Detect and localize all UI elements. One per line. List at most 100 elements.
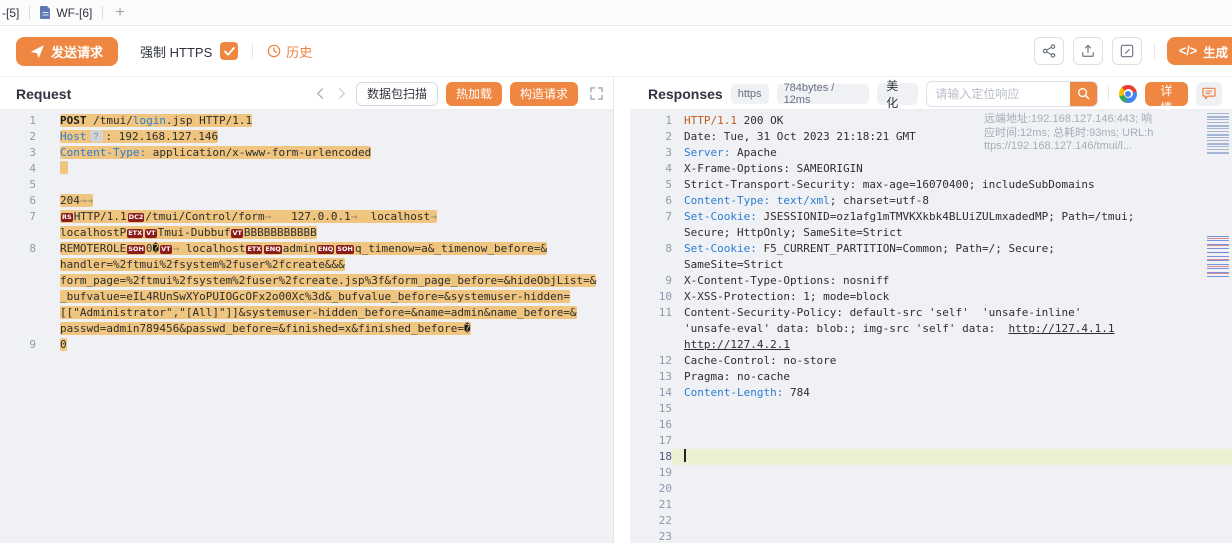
line-content: REMOTEROLESOH0�VT→ localhostETXENQadminE… [36, 241, 613, 257]
line-content: Content-Type: application/x-www-form-url… [36, 145, 613, 161]
code-line[interactable]: 17 [630, 433, 1232, 449]
code-line[interactable]: 8Set-Cookie: F5_CURRENT_PARTITION=Common… [630, 241, 1232, 257]
chrome-icon[interactable] [1119, 85, 1136, 103]
line-number: 22 [630, 513, 672, 529]
protocol-badge: https [731, 84, 769, 104]
code-line[interactable]: 18 [630, 449, 1232, 465]
code-line[interactable]: 16 [630, 417, 1232, 433]
code-line[interactable]: 90 [0, 337, 613, 353]
code-line[interactable]: form_page=%2ftmui%2fsystem%2fuser%2fcrea… [0, 273, 613, 289]
code-line[interactable]: 8REMOTEROLESOH0�VT→ localhostETXENQadmin… [0, 241, 613, 257]
line-content: Content-Type: text/xml; charset=utf-8 [672, 193, 1232, 209]
line-number: 7 [0, 209, 36, 225]
clock-icon [267, 44, 281, 58]
upload-icon [1081, 44, 1095, 58]
code-line[interactable]: 9X-Content-Type-Options: nosniff [630, 273, 1232, 289]
line-number: 9 [0, 337, 36, 353]
code-line[interactable]: 11Content-Security-Policy: default-src '… [630, 305, 1232, 321]
feedback-button[interactable] [1196, 82, 1222, 106]
line-number [630, 337, 672, 353]
response-editor[interactable]: 远端地址:192.168.127.146:443; 响 应时间:12ms; 总耗… [630, 110, 1232, 543]
code-line[interactable]: 'unsafe-eval' data: blob:; img-src 'self… [630, 321, 1232, 337]
code-line[interactable]: 20 [630, 481, 1232, 497]
minimap[interactable] [1205, 110, 1232, 543]
code-line[interactable]: 21 [630, 497, 1232, 513]
search-button[interactable] [1070, 82, 1097, 106]
meta-line: 应时间:12ms; 总耗时:93ms; URL:h [984, 127, 1196, 141]
stats-badge: 784bytes / 12ms [777, 84, 870, 104]
line-number [0, 321, 36, 337]
code-line[interactable]: [["Administrator","[All]"]]&systemuser-h… [0, 305, 613, 321]
line-number [630, 321, 672, 337]
tab-wf5[interactable]: -[5] [0, 0, 29, 25]
beautify-button[interactable]: 美化 [877, 83, 918, 105]
code-line[interactable]: 2Host?: 192.168.127.146 [0, 129, 613, 145]
code-line[interactable]: 4 [0, 161, 613, 177]
line-number: 9 [630, 273, 672, 289]
export-button[interactable] [1073, 37, 1103, 65]
line-content: localhostPETXVTTmui-DubbufVTBBBBBBBBBBB [36, 225, 613, 241]
code-line[interactable]: 7RSHTTP/1.1DC2/tmui/Control/form→ 127.0.… [0, 209, 613, 225]
hot-reload-button[interactable]: 热加载 [446, 82, 502, 106]
line-number [0, 289, 36, 305]
code-line[interactable]: 14Content-Length: 784 [630, 385, 1232, 401]
search-input[interactable] [927, 82, 1070, 106]
tab-wf6[interactable]: WF-[6] [30, 0, 102, 25]
line-content: Content-Length: 784 [672, 385, 1232, 401]
line-content: X-XSS-Protection: 1; mode=block [672, 289, 1232, 305]
line-number: 16 [630, 417, 672, 433]
code-line[interactable]: handler=%2ftmui%2fsystem%2fuser%2fcreate… [0, 257, 613, 273]
line-content: Pragma: no-cache [672, 369, 1232, 385]
code-line[interactable]: 19 [630, 465, 1232, 481]
code-line[interactable]: _bufvalue=eIL4RUnSwXYoPUIOGcOFx2o00Xc%3d… [0, 289, 613, 305]
request-editor[interactable]: 1POST /tmui/login.jsp HTTP/1.12Host?: 19… [0, 110, 613, 543]
line-number: 4 [0, 161, 36, 177]
line-content: SameSite=Strict [672, 257, 1232, 273]
code-line[interactable]: localhostPETXVTTmui-DubbufVTBBBBBBBBBBB [0, 225, 613, 241]
construct-request-button[interactable]: 构造请求 [510, 82, 578, 106]
line-content: Secure; HttpOnly; SameSite=Strict [672, 225, 1232, 241]
code-line[interactable]: SameSite=Strict [630, 257, 1232, 273]
line-content [672, 401, 1232, 417]
line-content: RSHTTP/1.1DC2/tmui/Control/form→ 127.0.0… [36, 209, 613, 225]
share-button[interactable] [1034, 37, 1064, 65]
code-line[interactable]: http://127.4.2.1 [630, 337, 1232, 353]
code-line[interactable]: 6204→→ [0, 193, 613, 209]
packet-scan-button[interactable]: 数据包扫描 [356, 82, 438, 106]
code-line[interactable]: 5Strict-Transport-Security: max-age=1607… [630, 177, 1232, 193]
chevron-left-icon[interactable] [314, 87, 327, 100]
code-line[interactable]: 12Cache-Control: no-store [630, 353, 1232, 369]
edit-icon [1120, 44, 1134, 58]
new-tab-button[interactable]: + [103, 4, 136, 22]
code-line[interactable]: 22 [630, 513, 1232, 529]
line-content [36, 177, 613, 193]
message-icon [1202, 87, 1216, 100]
code-line[interactable]: 10X-XSS-Protection: 1; mode=block [630, 289, 1232, 305]
code-line[interactable]: 15 [630, 401, 1232, 417]
tab-label: -[5] [2, 6, 19, 20]
code-line[interactable]: 3Content-Type: application/x-www-form-ur… [0, 145, 613, 161]
code-line[interactable]: 7Set-Cookie: JSESSIONID=oz1afg1mTMVKXkbk… [630, 209, 1232, 225]
chevron-right-icon[interactable] [335, 87, 348, 100]
edit-button[interactable] [1112, 37, 1142, 65]
code-line[interactable]: 4X-Frame-Options: SAMEORIGIN [630, 161, 1232, 177]
code-line[interactable]: 23 [630, 529, 1232, 543]
code-line[interactable]: 13Pragma: no-cache [630, 369, 1232, 385]
force-https-checkbox[interactable] [220, 42, 238, 60]
send-icon [31, 45, 44, 58]
history-button[interactable]: 历史 [267, 42, 312, 61]
share-icon [1042, 44, 1056, 58]
line-content: 'unsafe-eval' data: blob:; img-src 'self… [672, 321, 1232, 337]
tab-bar: -[5] WF-[6] + [0, 0, 1232, 26]
generate-yaml-button[interactable]: </> 生成 Yaml [1167, 37, 1232, 65]
code-line[interactable]: 1POST /tmui/login.jsp HTTP/1.1 [0, 113, 613, 129]
line-content: [["Administrator","[All]"]]&systemuser-h… [36, 305, 613, 321]
code-line[interactable]: 5 [0, 177, 613, 193]
code-line[interactable]: 6Content-Type: text/xml; charset=utf-8 [630, 193, 1232, 209]
details-button[interactable]: 详情 [1145, 82, 1188, 106]
code-line[interactable]: passwd=admin789456&passwd_before=&finish… [0, 321, 613, 337]
send-request-button[interactable]: 发送请求 [16, 37, 118, 66]
line-content: X-Frame-Options: SAMEORIGIN [672, 161, 1232, 177]
code-line[interactable]: Secure; HttpOnly; SameSite=Strict [630, 225, 1232, 241]
fullscreen-icon[interactable] [590, 87, 603, 100]
